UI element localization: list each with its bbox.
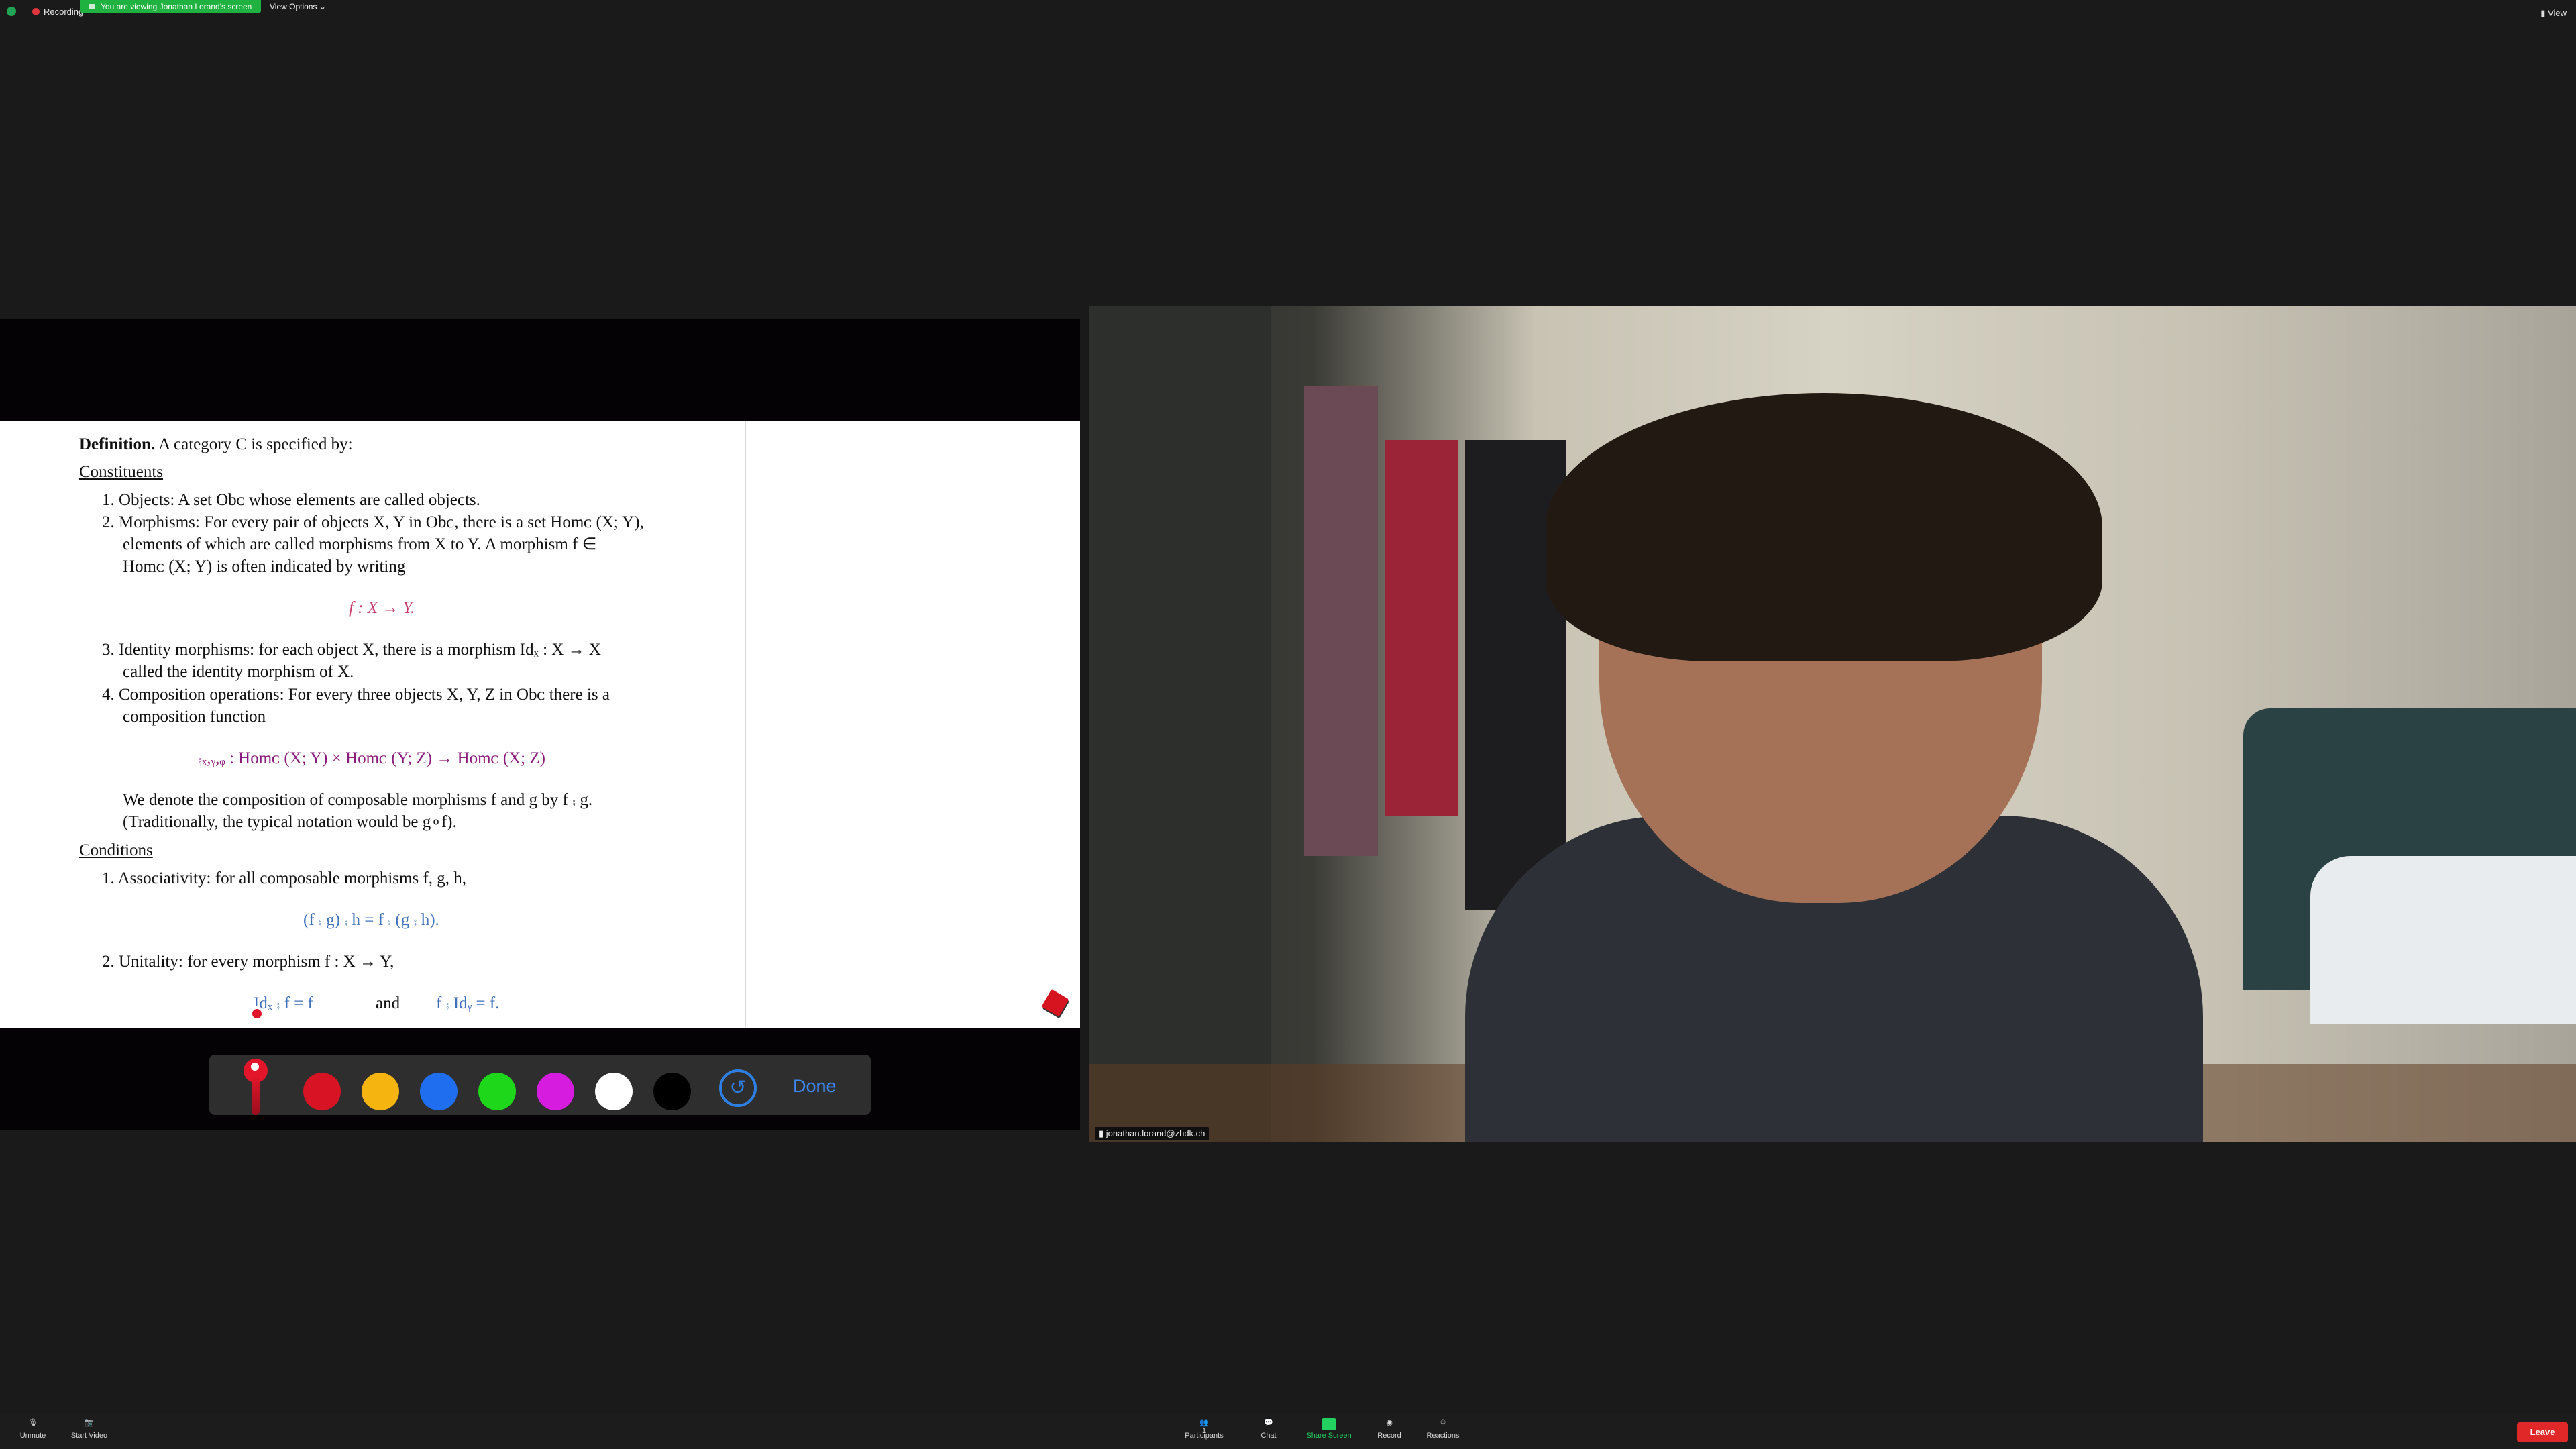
participants-label: Participants bbox=[1185, 1432, 1224, 1440]
viewing-banner: You are viewing Jonathan Lorand's screen bbox=[80, 0, 262, 13]
record-label: Record bbox=[1377, 1432, 1401, 1440]
definition-line: Definition. A category C is specified by… bbox=[79, 433, 353, 455]
chat-icon: 💬 bbox=[1264, 1419, 1273, 1427]
start-video-button[interactable]: 📷 Start Video bbox=[66, 1418, 113, 1440]
page-divider bbox=[745, 421, 746, 1028]
pen-stem bbox=[252, 1076, 260, 1115]
equation-associativity: (f ⨾ g) ⨾ h = f ⨾ (g ⨾ h). bbox=[303, 911, 439, 929]
participants-button[interactable]: 👥 1 Participants bbox=[1181, 1418, 1228, 1440]
participants-icon: 👥 1 bbox=[1199, 1419, 1209, 1435]
participant-video[interactable]: ▮ jonathan.lorand@zhdk.ch bbox=[1089, 306, 2576, 1142]
item-identity-2: called the identity morphism of X. bbox=[123, 663, 354, 681]
mic-muted-icon: 🎙 bbox=[28, 1419, 38, 1427]
item-unitality: 2. Unitality: for every morphism f : X →… bbox=[102, 953, 394, 971]
annotation-cursor-icon bbox=[250, 1006, 264, 1021]
participant-name: jonathan.lorand@zhdk.ch bbox=[1106, 1128, 1205, 1138]
reactions-label: Reactions bbox=[1426, 1432, 1460, 1440]
top-bar: Recording You are viewing Jonathan Loran… bbox=[0, 0, 2576, 19]
item-composition-1: 4. Composition operations: For every thr… bbox=[102, 686, 610, 704]
pen-tool-icon[interactable] bbox=[241, 1055, 270, 1115]
recording-indicator[interactable]: Recording bbox=[32, 7, 83, 17]
hanging-shirt bbox=[1304, 386, 1378, 856]
view-button[interactable]: ▮ View bbox=[2540, 8, 2567, 19]
view-options-button[interactable]: View Options ⌄ bbox=[270, 0, 326, 13]
conditions-heading: Conditions bbox=[79, 841, 153, 859]
composition-note-1: We denote the composition of composable … bbox=[123, 791, 593, 809]
camera-off-icon: 📷 bbox=[85, 1419, 94, 1427]
item-composition-2: composition function bbox=[123, 708, 266, 726]
shared-screen: Definition. A category C is specified by… bbox=[0, 319, 1080, 1130]
reactions-button[interactable]: ☺ Reactions bbox=[1419, 1418, 1466, 1440]
done-button[interactable]: Done bbox=[793, 1076, 837, 1097]
color-red[interactable] bbox=[303, 1073, 341, 1110]
bed-sheet bbox=[2310, 856, 2576, 1024]
composition-note-2: (Traditionally, the typical notation wou… bbox=[123, 813, 457, 831]
view-label: View bbox=[2548, 8, 2567, 18]
chat-button[interactable]: 💬 Chat bbox=[1245, 1418, 1292, 1440]
definition-label: Definition. bbox=[79, 435, 156, 453]
item-associativity: 1. Associativity: for all composable mor… bbox=[102, 869, 466, 888]
record-icon: ◉ bbox=[1386, 1419, 1393, 1427]
hanging-dress bbox=[1385, 440, 1458, 816]
recording-label: Recording bbox=[44, 7, 84, 17]
share-screen-label: Share Screen bbox=[1306, 1432, 1352, 1440]
start-video-label: Start Video bbox=[70, 1432, 108, 1440]
record-button[interactable]: ◉ Record bbox=[1366, 1418, 1413, 1440]
constituents-heading: Constituents bbox=[79, 463, 164, 481]
color-black[interactable] bbox=[653, 1073, 691, 1110]
equation-f-arrow: f : X → Y. bbox=[349, 599, 415, 617]
participant-name-tag: ▮ jonathan.lorand@zhdk.ch bbox=[1095, 1127, 1210, 1140]
color-yellow[interactable] bbox=[362, 1073, 399, 1110]
share-screen-button[interactable]: Share Screen bbox=[1305, 1418, 1352, 1440]
leave-button[interactable]: Leave bbox=[2517, 1422, 2568, 1442]
equation-and: and bbox=[376, 994, 400, 1012]
reactions-icon: ☺ bbox=[1439, 1418, 1447, 1426]
annotation-toolbar: ↺ Done bbox=[209, 1055, 871, 1115]
security-shield-icon[interactable] bbox=[7, 7, 16, 16]
item-identity-1: 3. Identity morphisms: for each object X… bbox=[102, 641, 601, 659]
color-green[interactable] bbox=[478, 1073, 516, 1110]
view-options-label: View Options bbox=[270, 2, 317, 11]
item-morphisms-1: 2. Morphisms: For every pair of objects … bbox=[102, 513, 644, 531]
undo-icon[interactable]: ↺ bbox=[719, 1069, 757, 1107]
item-morphisms-2: elements of which are called morphisms f… bbox=[123, 535, 597, 553]
item-morphisms-3: Homᴄ (X; Y) is often indicated by writin… bbox=[123, 557, 406, 576]
color-blue[interactable] bbox=[420, 1073, 458, 1110]
chalkboard bbox=[1089, 306, 1271, 1142]
equation-composition: ⨾ₓ,ᵧ,ᵩ : Homᴄ (X; Y) × Homᴄ (Y; Z) → Hom… bbox=[199, 749, 545, 767]
record-dot-icon bbox=[32, 8, 40, 15]
person-hair bbox=[1546, 393, 2102, 661]
definition-text: A category C is specified by: bbox=[158, 435, 353, 453]
unmute-label: Unmute bbox=[19, 1432, 46, 1440]
chat-label: Chat bbox=[1260, 1432, 1277, 1440]
color-white[interactable] bbox=[595, 1073, 633, 1110]
item-objects: 1. Objects: A set Obᴄ whose elements are… bbox=[102, 491, 480, 509]
share-screen-icon bbox=[1322, 1418, 1336, 1430]
document-page: Definition. A category C is specified by… bbox=[0, 421, 1080, 1028]
unmute-button[interactable]: 🎙 Unmute bbox=[9, 1418, 56, 1440]
equation-unit-right: f ⨾ Idᵧ = f. bbox=[436, 994, 500, 1012]
color-magenta[interactable] bbox=[537, 1073, 574, 1110]
